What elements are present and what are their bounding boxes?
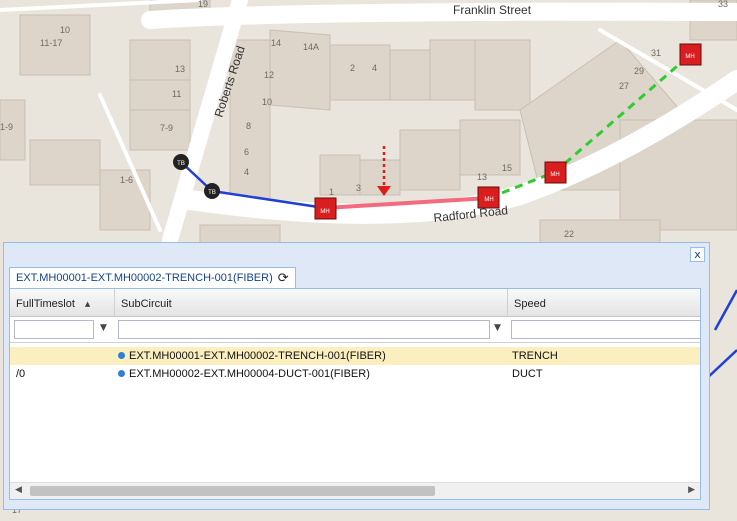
svg-text:4: 4 (244, 167, 249, 177)
svg-text:22: 22 (564, 229, 574, 239)
subcircuit-link[interactable]: EXT.MH00001-EXT.MH00002-TRENCH-001(FIBER… (129, 350, 386, 362)
svg-text:15: 15 (502, 163, 512, 173)
cell-fulltimeslot (16, 347, 111, 365)
svg-text:MH: MH (320, 209, 329, 215)
svg-text:14: 14 (271, 38, 281, 48)
svg-text:13: 13 (175, 64, 185, 74)
cell-speed: TRENCH (512, 350, 558, 362)
svg-text:1-6: 1-6 (120, 175, 133, 185)
svg-text:29: 29 (634, 66, 644, 76)
svg-text:1: 1 (329, 187, 334, 197)
status-dot-icon (118, 370, 125, 377)
svg-text:TB: TB (208, 190, 216, 196)
fulltimeslot-filter-input[interactable] (14, 320, 94, 339)
svg-text:11-17: 11-17 (40, 38, 62, 48)
svg-text:12: 12 (264, 70, 274, 80)
subcircuit-grid: FullTimeslot ▲ SubCircuit Speed ▼ ▼ EXT.M… (9, 288, 701, 500)
svg-text:11: 11 (172, 89, 181, 99)
subcircuit-panel: x EXT.MH00001-EXT.MH00002-TRENCH-001(FIB… (3, 242, 710, 510)
close-button[interactable]: x (690, 247, 705, 262)
subcircuit-link[interactable]: EXT.MH00002-EXT.MH00004-DUCT-001(FIBER) (129, 368, 370, 380)
street-label-franklin: Franklin Street (453, 3, 532, 17)
scroll-left-icon[interactable]: ◀ (15, 485, 22, 495)
svg-text:10: 10 (60, 25, 70, 35)
sort-ascending-icon[interactable]: ▲ (85, 300, 90, 308)
column-header-speed[interactable]: Speed (508, 289, 700, 317)
svg-text:MH: MH (484, 197, 493, 203)
manhole-node-mh00003[interactable]: MH (544, 161, 567, 184)
svg-text:4: 4 (372, 63, 377, 73)
filter-row: ▼ ▼ (10, 317, 700, 343)
svg-text:2: 2 (350, 63, 355, 73)
svg-text:10: 10 (262, 97, 272, 107)
svg-text:19: 19 (198, 0, 208, 9)
svg-text:TB: TB (177, 161, 185, 167)
svg-text:3: 3 (356, 183, 361, 193)
filter-icon[interactable]: ▼ (494, 323, 501, 333)
scroll-right-icon[interactable]: ▶ (688, 485, 695, 495)
tb-node-1[interactable]: TB (173, 154, 189, 170)
filter-icon[interactable]: ▼ (100, 323, 107, 333)
tb-node-2[interactable]: TB (204, 183, 220, 199)
cell-fulltimeslot: /0 (16, 368, 26, 380)
tab-trench-fiber[interactable]: EXT.MH00001-EXT.MH00002-TRENCH-001(FIBER… (9, 267, 296, 288)
cell-speed: DUCT (512, 368, 543, 380)
manhole-node-mh00001[interactable]: MH (314, 197, 337, 220)
subcircuit-filter-input[interactable] (118, 320, 490, 339)
cell-subcircuit[interactable]: EXT.MH00002-EXT.MH00004-DUCT-001(FIBER) (118, 365, 506, 383)
column-header-fulltimeslot[interactable]: FullTimeslot ▲ (10, 289, 115, 317)
svg-text:MH: MH (685, 54, 694, 60)
svg-text:1-9: 1-9 (0, 122, 13, 132)
tab-label: EXT.MH00001-EXT.MH00002-TRENCH-001(FIBER… (16, 272, 273, 284)
svg-text:8: 8 (246, 121, 251, 131)
horizontal-scrollbar[interactable]: ◀ ▶ (10, 482, 700, 499)
svg-text:31: 31 (651, 48, 661, 58)
svg-text:13: 13 (477, 172, 487, 182)
svg-text:7-9: 7-9 (160, 123, 173, 133)
svg-text:MH: MH (550, 172, 559, 178)
svg-text:6: 6 (244, 147, 249, 157)
table-row[interactable]: EXT.MH00001-EXT.MH00002-TRENCH-001(FIBER… (10, 347, 700, 365)
svg-text:14A: 14A (303, 42, 319, 52)
scroll-thumb[interactable] (30, 486, 435, 496)
table-row[interactable]: /0 EXT.MH00002-EXT.MH00004-DUCT-001(FIBER… (10, 365, 700, 383)
status-dot-icon (118, 352, 125, 359)
svg-text:27: 27 (619, 81, 629, 91)
svg-text:33: 33 (718, 0, 728, 9)
speed-filter-input[interactable] (511, 320, 700, 339)
column-header-subcircuit[interactable]: SubCircuit (115, 289, 508, 317)
refresh-icon[interactable]: ⟳ (278, 271, 289, 286)
manhole-node-mh00004[interactable]: MH (679, 43, 702, 66)
cell-subcircuit[interactable]: EXT.MH00001-EXT.MH00002-TRENCH-001(FIBER… (118, 347, 506, 365)
